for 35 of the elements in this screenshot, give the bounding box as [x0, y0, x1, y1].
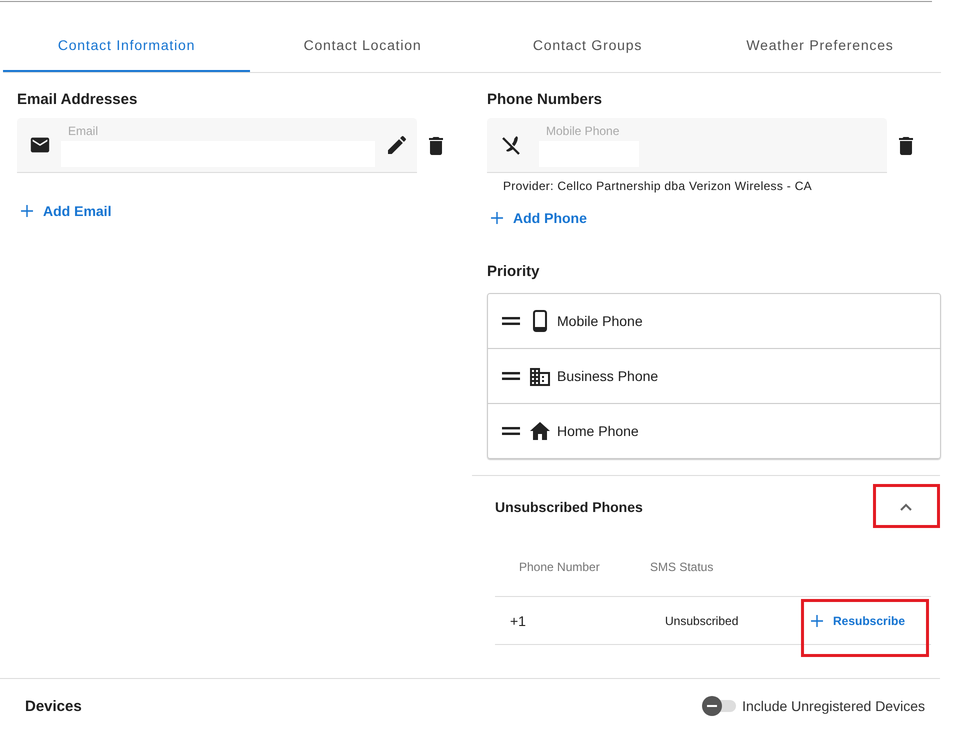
table-cell: +1 [510, 612, 526, 628]
section-title: Unsubscribed Phones [495, 499, 643, 515]
edit-button[interactable] [385, 133, 409, 157]
list-item-label: Business Phone [557, 368, 658, 384]
field-label: Mobile Phone [546, 124, 620, 138]
toggle-switch[interactable] [702, 696, 736, 716]
list-item-label: Home Phone [557, 423, 639, 439]
smartphone-icon [533, 310, 547, 332]
provider-text: Provider: Cellco Partnership dba Verizon Wireless - CA [503, 179, 813, 193]
drag-handle-icon[interactable] [502, 426, 520, 436]
resubscribe-link[interactable]: Resubscribe [807, 612, 910, 630]
field-label: Email [68, 124, 100, 138]
house-icon [530, 422, 550, 440]
section-title: Phone Numbers [487, 91, 604, 110]
plus-icon [21, 205, 33, 217]
building-icon [530, 366, 550, 386]
tab[interactable]: Contact Location [250, 20, 475, 72]
table-cell-text: Unsubscribed [665, 614, 740, 628]
tab[interactable]: Contact Information [3, 20, 250, 72]
plus-icon [811, 614, 823, 626]
tab[interactable]: Weather Preferences [700, 20, 940, 72]
plus-icon [491, 212, 503, 224]
drag-handle-icon[interactable] [502, 371, 520, 381]
toggle-label: Include Unregistered Devices [742, 698, 925, 714]
section-title: Devices [25, 698, 82, 714]
column-header: SMS Status [650, 560, 714, 574]
drag-handle-icon[interactable] [502, 316, 520, 326]
add-phone-link[interactable]: Add Phone [487, 208, 591, 228]
add-email-link[interactable]: Add Email [17, 201, 116, 221]
column-header: Phone Number [518, 560, 601, 574]
section-title: Email Addresses [17, 91, 138, 110]
list-item-label: Mobile Phone [557, 313, 643, 329]
chevron-icon [900, 503, 912, 511]
section-title: Priority [487, 263, 541, 282]
tab[interactable]: Contact Groups [475, 20, 700, 72]
